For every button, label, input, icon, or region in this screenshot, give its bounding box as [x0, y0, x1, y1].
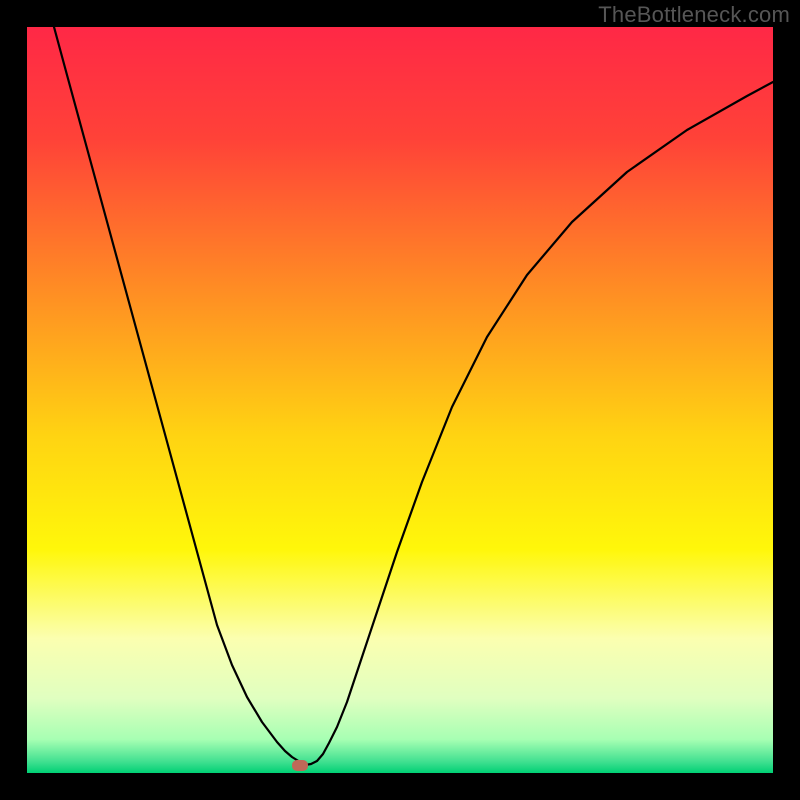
bottleneck-curve: [27, 27, 773, 773]
watermark-label: TheBottleneck.com: [598, 2, 790, 28]
plot-area: [27, 27, 773, 773]
optimum-marker: [292, 760, 308, 771]
chart-frame: TheBottleneck.com: [0, 0, 800, 800]
